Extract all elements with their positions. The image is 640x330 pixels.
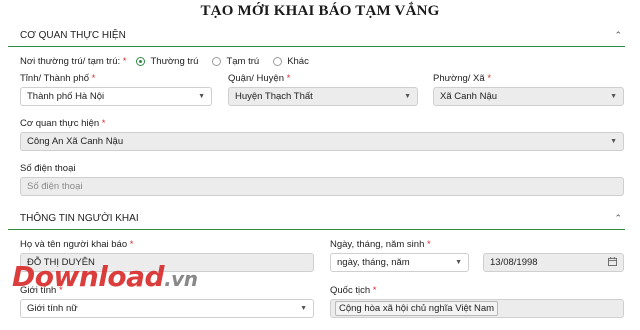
caret-down-icon: ▼ [610, 138, 617, 145]
caret-down-icon: ▼ [610, 93, 617, 100]
district-value: Huyện Thạch Thất [235, 91, 313, 102]
chevron-up-icon[interactable]: ⌃ [614, 213, 622, 224]
agency-value: Công An Xã Canh Nậu [27, 136, 124, 147]
gender-select[interactable]: Giới tính nữ ▼ [20, 299, 314, 318]
nationality-select[interactable]: Cộng hòa xã hội chủ nghĩa Việt Nam [330, 299, 624, 318]
caret-down-icon: ▼ [198, 93, 205, 100]
dob-format-select[interactable]: ngày, tháng, năm ▼ [330, 253, 469, 272]
name-label: Họ và tên người khai báo * [20, 239, 134, 250]
district-select[interactable]: Huyện Thạch Thất ▼ [228, 87, 418, 106]
district-label: Quận/ Huyện * [228, 73, 291, 84]
phone-label: Số điện thoại [20, 163, 76, 174]
radio-label: Khác [287, 56, 309, 67]
ward-value: Xã Canh Nậu [440, 91, 498, 102]
province-label: Tỉnh/ Thành phố * [20, 73, 96, 84]
province-select[interactable]: Thành phố Hà Nội ▼ [20, 87, 212, 106]
gender-value: Giới tính nữ [27, 303, 78, 314]
caret-down-icon: ▼ [404, 93, 411, 100]
radio-label: Tạm trú [226, 56, 260, 67]
section-heading: CƠ QUAN THỰC HIỆN [20, 29, 126, 41]
phone-placeholder: Số điện thoại [27, 181, 83, 192]
phone-input[interactable]: Số điện thoại [20, 177, 624, 196]
residence-type-label: Nơi thường trú/ tạm trú: * [20, 56, 127, 67]
agency-label: Cơ quan thực hiện * [20, 118, 106, 129]
section-divider [8, 229, 625, 230]
dob-label: Ngày, tháng, năm sinh * [330, 239, 431, 250]
agency-select[interactable]: Công An Xã Canh Nậu ▼ [20, 132, 624, 151]
radio-thuong-tru[interactable]: Thường trú [136, 56, 198, 67]
download-vn-watermark: Download.vn [12, 260, 198, 293]
calendar-icon[interactable] [608, 256, 617, 269]
radio-unselected-icon[interactable] [273, 57, 283, 66]
radio-khac[interactable]: Khác [273, 56, 309, 67]
dob-format-value: ngày, tháng, năm [337, 257, 410, 268]
residence-type-row: Nơi thường trú/ tạm trú: * Thường trú Tạ… [20, 56, 309, 67]
caret-down-icon: ▼ [455, 259, 462, 266]
ward-label: Phường/ Xã * [433, 73, 492, 84]
radio-selected-icon[interactable] [136, 57, 146, 66]
radio-unselected-icon[interactable] [212, 57, 222, 66]
province-value: Thành phố Hà Nội [27, 91, 105, 102]
section-divider [8, 46, 625, 47]
section-heading: THÔNG TIN NGƯỜI KHAI [20, 212, 139, 224]
dob-input[interactable]: 13/08/1998 [483, 253, 624, 272]
section-header-declarant[interactable]: THÔNG TIN NGƯỜI KHAI ⌃ [20, 207, 624, 229]
nationality-chip[interactable]: Cộng hòa xã hội chủ nghĩa Việt Nam [335, 301, 499, 316]
dob-value: 13/08/1998 [490, 257, 538, 268]
radio-tam-tru[interactable]: Tạm trú [212, 56, 259, 67]
nationality-label: Quốc tịch * [330, 285, 377, 296]
ward-select[interactable]: Xã Canh Nậu ▼ [433, 87, 624, 106]
caret-down-icon: ▼ [300, 305, 307, 312]
section-header-agency[interactable]: CƠ QUAN THỰC HIỆN ⌃ [20, 24, 624, 46]
radio-label: Thường trú [150, 56, 199, 67]
page-title: TẠO MỚI KHAI BÁO TẠM VẮNG [200, 3, 440, 19]
chevron-up-icon[interactable]: ⌃ [614, 30, 622, 41]
